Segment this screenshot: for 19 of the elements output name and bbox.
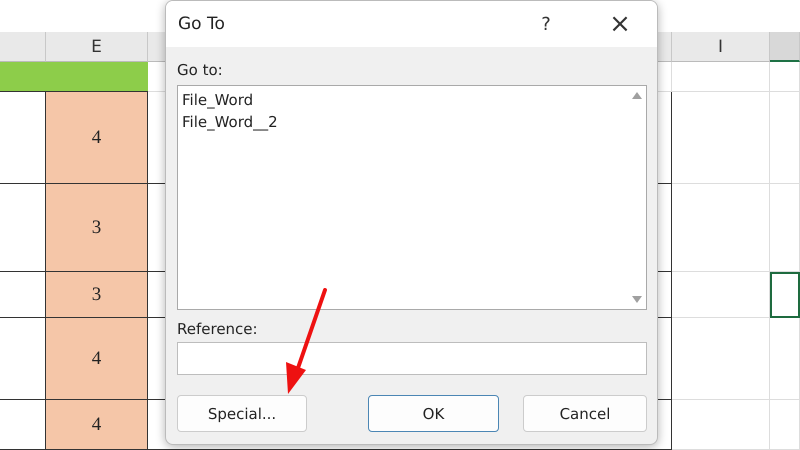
reference-label: Reference:: [177, 320, 259, 338]
table-cell: 3: [46, 272, 148, 318]
dialog-button[interactable]: Special...: [177, 395, 307, 432]
help-button[interactable]: ?: [509, 14, 583, 34]
list-box[interactable]: File_Word File_Word__2: [177, 85, 647, 310]
scroll-down-icon[interactable]: [632, 296, 642, 303]
table-cell: 4: [46, 400, 148, 450]
table-cell: 4: [46, 318, 148, 400]
dialog-button[interactable]: Cancel: [523, 395, 647, 432]
column-header[interactable]: [770, 32, 800, 62]
dialog-button[interactable]: OK: [368, 395, 499, 432]
list-item[interactable]: File_Word: [182, 89, 254, 111]
table-cell: 3: [46, 184, 148, 272]
list-label: Go to:: [177, 61, 224, 79]
close-button[interactable]: ×: [583, 9, 657, 39]
reference-field[interactable]: [177, 342, 647, 375]
window-title: Go To: [178, 14, 226, 34]
list-item[interactable]: File_Word__2: [182, 111, 278, 133]
table-cell: 4: [46, 92, 148, 184]
